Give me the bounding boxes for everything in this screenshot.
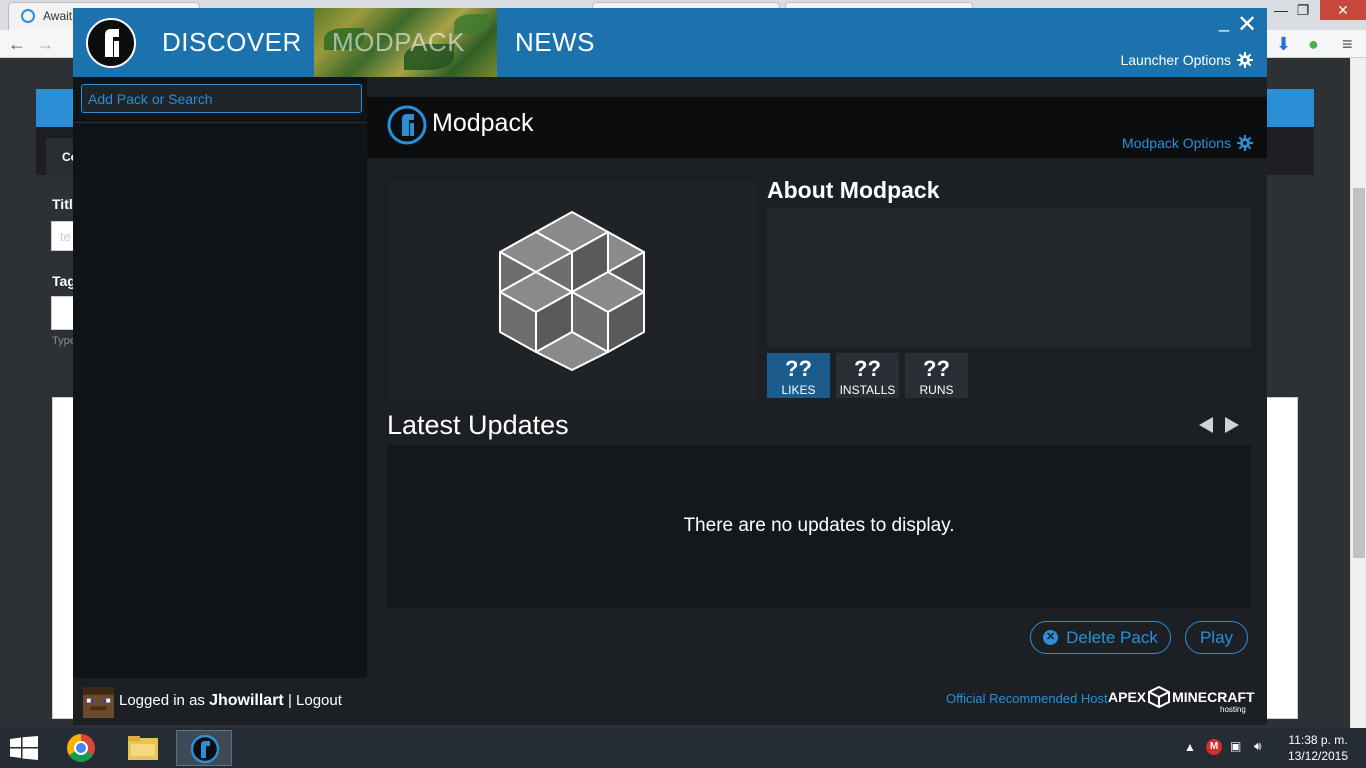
technic-icon xyxy=(21,9,35,23)
folder-icon xyxy=(128,736,158,760)
runs-count: ?? xyxy=(923,356,950,381)
mega-icon[interactable]: M xyxy=(1206,739,1222,755)
updates-title: Latest Updates xyxy=(387,410,569,440)
page-tab[interactable]: Co xyxy=(46,138,78,175)
likes-label: LIKES xyxy=(781,383,816,397)
previous-arrow-icon[interactable] xyxy=(1199,417,1213,433)
next-arrow-icon[interactable] xyxy=(1225,417,1239,433)
pack-image xyxy=(388,180,755,402)
volume-icon[interactable]: 🔊︎ xyxy=(1254,739,1262,754)
modpack-panel: Modpack Modpack Options About Modpack ??… xyxy=(367,77,1267,678)
technic-launcher-window: DISCOVER MODPACK NEWS _ ✕ Launcher Optio… xyxy=(73,8,1267,725)
pack-title: Modpack xyxy=(432,109,534,137)
launcher-options-label: Launcher Options xyxy=(1120,52,1231,68)
gear-icon xyxy=(1237,135,1253,151)
sidebar xyxy=(73,77,367,678)
taskbar: ▲ M ▣ 🔊︎ 11:38 p. m. 13/12/2015 xyxy=(0,728,1366,768)
login-separator: | xyxy=(287,692,292,709)
about-title: About Modpack xyxy=(767,177,940,203)
gear-icon xyxy=(1237,52,1253,68)
extension-icon[interactable]: ● xyxy=(1308,34,1319,55)
close-circle-icon: ✕ xyxy=(1043,630,1059,645)
modpack-cubes-icon xyxy=(499,211,645,371)
browser-tab-title: Awaiti xyxy=(43,9,75,23)
technic-logo-icon xyxy=(86,18,136,68)
modpack-options-label: Modpack Options xyxy=(1122,135,1231,151)
login-status: Logged in as Jhowillart | Logout xyxy=(119,692,342,710)
title-label: Titl xyxy=(52,196,73,212)
installs-label: INSTALLS xyxy=(839,383,896,397)
runs-stat: ?? RUNS xyxy=(905,353,968,398)
login-prefix: Logged in as xyxy=(119,692,205,709)
play-label: Play xyxy=(1199,627,1234,647)
pack-banner: Modpack Modpack Options xyxy=(367,97,1267,158)
host-label: Official Recommended Host xyxy=(946,691,1108,706)
modpack-options-button[interactable]: Modpack Options xyxy=(1122,135,1253,151)
tab-modpack-label: MODPACK xyxy=(332,27,466,57)
download-icon[interactable]: ⬇ xyxy=(1276,34,1291,55)
search-input[interactable] xyxy=(81,84,362,113)
page-scrollbar[interactable] xyxy=(1350,58,1366,728)
cube-icon xyxy=(1148,686,1171,708)
avatar xyxy=(83,687,114,718)
launcher-header: DISCOVER MODPACK NEWS _ ✕ Launcher Optio… xyxy=(73,8,1267,77)
tab-modpack[interactable]: MODPACK xyxy=(314,8,497,77)
clock-date[interactable]: 13/12/2015 xyxy=(1283,749,1353,763)
forward-arrow-icon[interactable]: → xyxy=(36,34,54,55)
technic-taskbar-button[interactable] xyxy=(176,730,232,766)
apex-brand-left: APEX xyxy=(1108,689,1147,705)
technic-logo-icon xyxy=(387,105,427,145)
tab-news[interactable]: NEWS xyxy=(515,8,595,77)
apex-brand-right: MINECRAFT xyxy=(1172,689,1255,705)
username: Jhowillart xyxy=(209,692,284,709)
play-button[interactable]: Play xyxy=(1185,621,1248,654)
launcher-footer: Logged in as Jhowillart | Logout Officia… xyxy=(73,678,1267,725)
close-window-button[interactable]: ✕ xyxy=(1320,0,1366,20)
back-arrow-icon[interactable]: ← xyxy=(8,34,26,55)
network-icon[interactable]: ▣ xyxy=(1230,739,1241,753)
scroll-thumb[interactable] xyxy=(1353,188,1365,558)
updates-empty-message: There are no updates to display. xyxy=(683,515,955,536)
installs-count: ?? xyxy=(854,356,881,381)
apex-brand-sub: hosting xyxy=(1220,705,1246,714)
close-button[interactable]: ✕ xyxy=(1237,10,1257,39)
chrome-icon xyxy=(67,734,95,762)
delete-pack-label: Delete Pack xyxy=(1066,627,1158,647)
delete-pack-button[interactable]: ✕ Delete Pack xyxy=(1030,621,1171,654)
likes-count: ?? xyxy=(785,356,812,381)
likes-stat[interactable]: ?? LIKES xyxy=(767,353,830,398)
clock-time[interactable]: 11:38 p. m. xyxy=(1283,733,1353,747)
minimize-button[interactable]: _ xyxy=(1219,12,1229,33)
launcher-options-button[interactable]: Launcher Options xyxy=(1120,52,1253,68)
sidebar-divider xyxy=(73,122,367,123)
maximize-window-button[interactable]: ❐ xyxy=(1288,0,1318,20)
runs-label: RUNS xyxy=(919,383,954,397)
tray-expand-icon[interactable]: ▲ xyxy=(1184,740,1196,754)
chrome-taskbar-button[interactable] xyxy=(53,730,109,766)
updates-list: There are no updates to display. xyxy=(387,445,1251,608)
tab-discover[interactable]: DISCOVER xyxy=(162,8,302,77)
installs-stat: ?? INSTALLS xyxy=(836,353,899,398)
technic-logo-icon xyxy=(190,734,220,764)
file-explorer-taskbar-button[interactable] xyxy=(115,730,171,766)
windows-start-icon[interactable] xyxy=(10,736,38,760)
about-description xyxy=(767,208,1251,348)
logout-link[interactable]: Logout xyxy=(296,692,342,709)
menu-icon[interactable]: ≡ xyxy=(1342,34,1353,55)
